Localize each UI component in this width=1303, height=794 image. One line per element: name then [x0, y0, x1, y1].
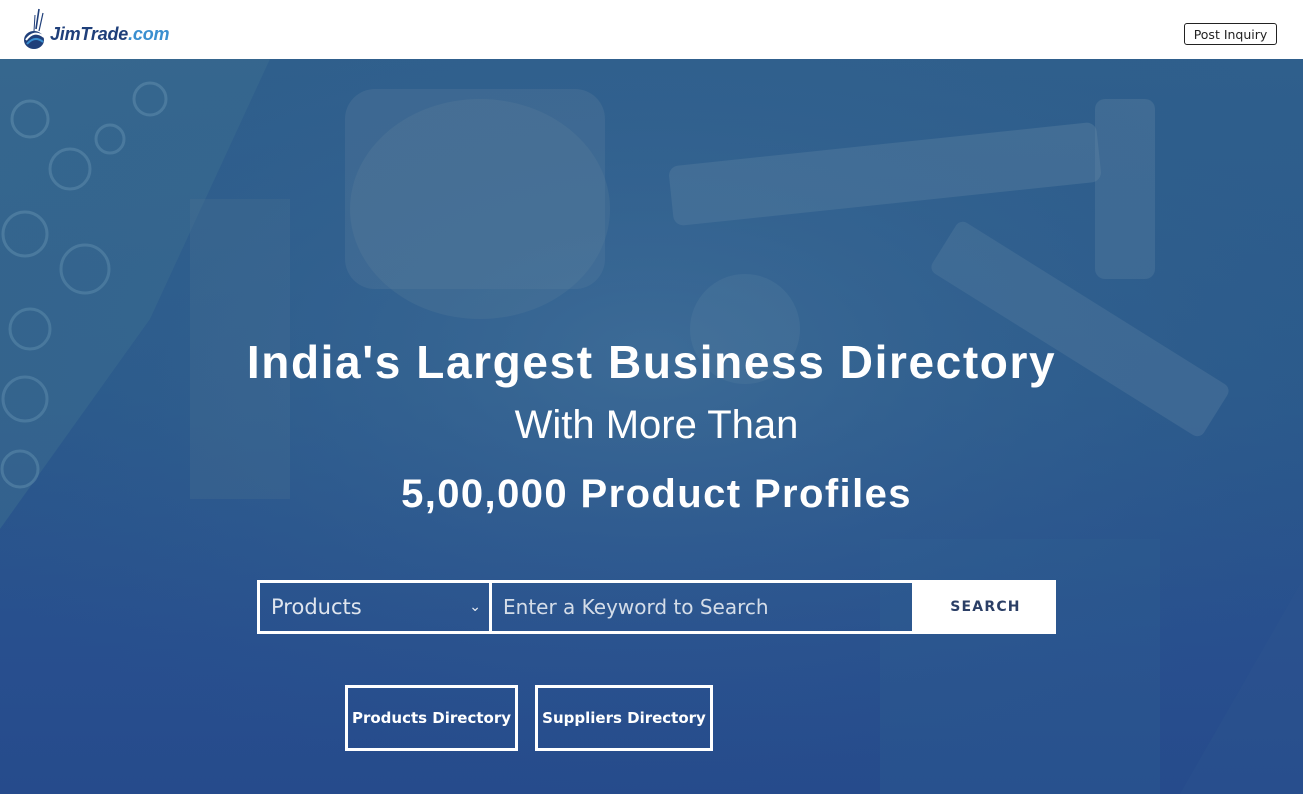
keyword-search-input[interactable] [492, 580, 915, 634]
logo-wordmark: JimTrade.com [50, 23, 170, 45]
search-button[interactable]: SEARCH [915, 580, 1056, 634]
logo-brand: JimTrade [50, 23, 129, 44]
top-navbar: JimTrade.com Post Inquiry [0, 0, 1303, 59]
hero-section: India's Largest Business Directory With … [0, 59, 1303, 794]
suppliers-directory-button[interactable]: Suppliers Directory [535, 685, 713, 751]
search-bar: Products ⌄ SEARCH [257, 580, 1056, 634]
site-logo[interactable]: JimTrade.com [22, 6, 170, 52]
logo-swoosh-icon [24, 8, 45, 49]
category-select[interactable]: Products ⌄ [257, 580, 492, 634]
post-inquiry-button[interactable]: Post Inquiry [1184, 23, 1277, 45]
hero-count-line: 5,00,000 Product Profiles [401, 472, 912, 516]
category-select-value: Products [271, 595, 362, 619]
hero-headline: India's Largest Business Directory [246, 336, 1057, 388]
chevron-down-icon: ⌄ [469, 599, 481, 615]
products-directory-button[interactable]: Products Directory [345, 685, 518, 751]
logo-tld: .com [128, 23, 170, 44]
hero-subline: With More Than [514, 403, 799, 447]
